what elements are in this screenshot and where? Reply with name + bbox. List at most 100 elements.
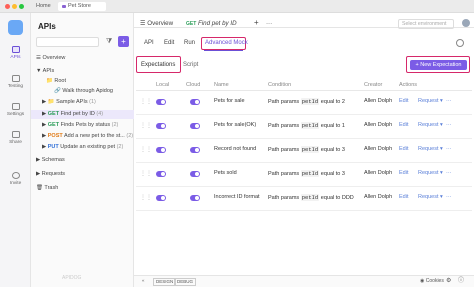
request-dropdown[interactable]: Request ▾ [418, 194, 443, 200]
settings-icon[interactable]: ⚙ [444, 278, 453, 284]
tab-expectations[interactable]: Expectations [141, 62, 175, 68]
home-tab[interactable]: Home [36, 3, 51, 9]
col-local: Local [156, 82, 170, 88]
col-cloud: Cloud [186, 82, 201, 88]
creator: Allen Dolph [364, 122, 393, 128]
new-tab-button[interactable]: + [254, 18, 259, 27]
tree-endpoint[interactable]: ▶ POST Add a new pet to the st... (2) [42, 133, 133, 139]
active-tab-underline [204, 50, 243, 52]
request-dropdown[interactable]: Request ▾ [418, 98, 443, 104]
request-dropdown[interactable]: Request ▾ [418, 170, 443, 176]
new-expectation-button[interactable]: + New Expectation [410, 60, 467, 70]
tree-footer-logo: APIDOG [62, 275, 82, 281]
row-divider [136, 210, 472, 211]
title-bar: Home Pet Store [0, 0, 474, 13]
local-toggle[interactable] [156, 99, 166, 105]
add-api-button[interactable]: + [118, 36, 129, 47]
drag-handle-icon[interactable]: ⋮⋮ [140, 98, 152, 105]
design-mode-button[interactable]: DESIGN [153, 278, 177, 286]
expectation-condition: Path params petId equal to 2 [268, 98, 345, 105]
minimize-window-button[interactable] [12, 4, 17, 9]
edit-link[interactable]: Edit [399, 170, 408, 176]
cookies-button[interactable]: ◉ Cookies [418, 278, 446, 284]
local-toggle[interactable] [156, 147, 166, 153]
settings-icon [11, 103, 20, 110]
cloud-toggle[interactable] [190, 171, 200, 177]
project-tab[interactable]: Pet Store [58, 2, 106, 11]
cloud-toggle[interactable] [190, 99, 200, 105]
creator: Allen Dolph [364, 98, 393, 104]
invite-icon [11, 172, 20, 179]
creator: Allen Dolph [364, 170, 393, 176]
cloud-toggle[interactable] [190, 123, 200, 129]
more-actions-icon[interactable]: ··· [446, 122, 452, 128]
tree-requests[interactable]: ▶ Requests [36, 171, 65, 177]
tab-edit[interactable]: Edit [164, 40, 174, 46]
edit-link[interactable]: Edit [399, 146, 408, 152]
edit-link[interactable]: Edit [399, 98, 408, 104]
more-tabs-icon[interactable]: ··· [266, 20, 272, 27]
tree-sample-apis[interactable]: ▶ 📁 Sample APIs (1) [42, 99, 96, 105]
expectation-condition: Path params petId equal to 1 [268, 122, 345, 129]
expectation-name: Record not found [214, 146, 257, 152]
rail-item-settings[interactable]: Settings [0, 103, 31, 117]
tab-find-pet[interactable]: GET Find pet by ID [186, 20, 237, 27]
drag-handle-icon[interactable]: ⋮⋮ [140, 194, 152, 201]
tree-apis-folder[interactable]: ▼ APIs [36, 68, 54, 74]
filter-icon[interactable]: ⧩ [106, 38, 112, 46]
drag-handle-icon[interactable]: ⋮⋮ [140, 170, 152, 177]
tree-endpoint[interactable]: ▶ GET Finds Pets by status (2) [42, 122, 118, 128]
rail-item-invite[interactable]: Invite [0, 172, 31, 186]
col-actions: Actions [399, 82, 418, 88]
edit-link[interactable]: Edit [399, 194, 408, 200]
testing-icon [11, 75, 20, 82]
tree-overview[interactable]: ☰ Overview [36, 55, 65, 61]
tree-trash[interactable]: 🗑 Trash [36, 185, 58, 191]
drag-handle-icon[interactable]: ⋮⋮ [140, 146, 152, 153]
debug-mode-button[interactable]: DEBUG [174, 278, 197, 286]
local-toggle[interactable] [156, 195, 166, 201]
tree-endpoint[interactable]: ▶ PUT Update an existing pet (2) [42, 144, 123, 150]
cloud-toggle[interactable] [190, 195, 200, 201]
close-window-button[interactable] [5, 4, 10, 9]
request-dropdown[interactable]: Request ▾ [418, 146, 443, 152]
row-divider [136, 186, 472, 187]
tree-schemas[interactable]: ▶ Schemas [36, 157, 65, 163]
rail-item-share[interactable]: Share [0, 131, 31, 145]
collapse-icon[interactable]: « [140, 278, 147, 284]
tab-script[interactable]: Script [183, 62, 198, 68]
expectation-name: Pets sold [214, 170, 237, 176]
tree-root[interactable]: 📁 Root [46, 78, 66, 84]
avatar[interactable] [462, 19, 470, 27]
tab-run[interactable]: Run [184, 40, 195, 46]
local-toggle[interactable] [156, 171, 166, 177]
local-toggle[interactable] [156, 123, 166, 129]
edit-link[interactable]: Edit [399, 122, 408, 128]
row-divider [136, 162, 472, 163]
tab-overview[interactable]: ☰ Overview [140, 20, 173, 27]
request-dropdown[interactable]: Request ▾ [418, 122, 443, 128]
tab-api[interactable]: API [144, 40, 154, 46]
environment-select[interactable]: Select environment [398, 19, 454, 29]
more-actions-icon[interactable]: ··· [446, 98, 452, 104]
expectation-name: Pets for sale [214, 98, 245, 104]
more-actions-icon[interactable]: ··· [446, 194, 452, 200]
row-divider [136, 114, 472, 115]
expectation-condition: Path params petId equal to 3 [268, 146, 345, 153]
more-actions-icon[interactable]: ··· [446, 170, 452, 176]
rail-item-apis[interactable]: APIs [0, 46, 31, 60]
maximize-window-button[interactable] [19, 4, 24, 9]
expectation-name: Incorrect ID format [214, 194, 260, 200]
tree-search-input[interactable] [36, 37, 99, 47]
project-icon [62, 5, 66, 8]
help-icon[interactable]: ⓘ [456, 278, 466, 284]
rail-item-testing[interactable]: Testing [0, 75, 31, 89]
tree-walkthrough[interactable]: 🔗 Walk through Apidog [54, 88, 113, 94]
tree-title: APIs [38, 22, 56, 31]
drag-handle-icon[interactable]: ⋮⋮ [140, 122, 152, 129]
more-actions-icon[interactable]: ··· [446, 146, 452, 152]
tab-advanced-mock[interactable]: Advanced Mock [205, 40, 248, 46]
history-icon[interactable] [456, 39, 464, 47]
cloud-toggle[interactable] [190, 147, 200, 153]
tree-endpoint[interactable]: ▶ GET Find pet by ID (4) [42, 111, 103, 117]
